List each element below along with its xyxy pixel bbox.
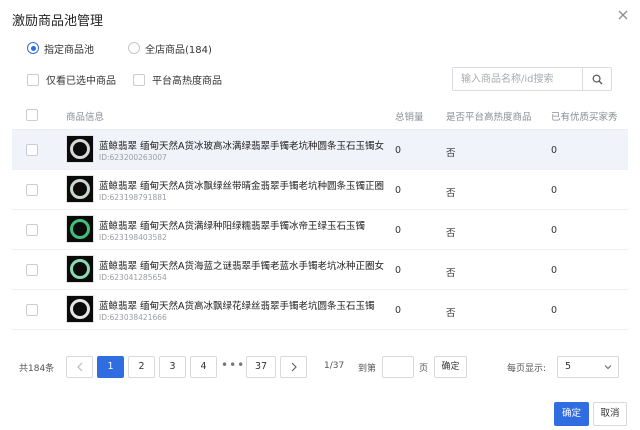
column-header-buyer-show: 已有优质买家秀 bbox=[551, 112, 618, 123]
page-size-select[interactable]: 5 bbox=[557, 356, 619, 378]
page-button-4[interactable]: 4 bbox=[190, 356, 217, 378]
chevron-left-icon bbox=[76, 362, 82, 372]
sales-value: 0 bbox=[395, 225, 402, 236]
product-id: ID:623198403582 bbox=[99, 233, 167, 242]
sales-value: 0 bbox=[395, 265, 402, 276]
search-button[interactable] bbox=[582, 68, 611, 90]
product-name: 蓝鲸翡翠 缅甸天然A货海蓝之谜翡翠手镯老蓝水手镯老坑冰种正圈女 bbox=[99, 261, 385, 272]
page-button-2[interactable]: 2 bbox=[128, 356, 155, 378]
prev-page-button[interactable] bbox=[66, 356, 93, 378]
product-name: 蓝鲸翡翠 缅甸天然A货冰飘绿丝带晴金翡翠手镯老坑种圆条玉镯正圈 bbox=[99, 181, 385, 192]
product-id: ID:623200263007 bbox=[99, 153, 167, 162]
buyer-show-value: 0 bbox=[551, 225, 558, 236]
buyer-show-value: 0 bbox=[551, 185, 558, 196]
product-table: 商品信息 总销量 是否平台高热度商品 已有优质买家秀 蓝鲸翡翠 缅甸天然A货冰玻… bbox=[12, 100, 628, 330]
product-name: 蓝鲸翡翠 缅甸天然A货高冰飘绿花绿丝翡翠手镯老坑圆条玉石玉镯 bbox=[99, 301, 375, 312]
radio-specified-pool[interactable]: 指定商品池 bbox=[27, 41, 94, 56]
page-size-value: 5 bbox=[565, 361, 572, 372]
table-row[interactable]: 蓝鲸翡翠 缅甸天然A货海蓝之谜翡翠手镯老蓝水手镯老坑冰种正圈女 ID:623041… bbox=[12, 250, 628, 290]
cancel-button[interactable]: 取消 bbox=[593, 402, 627, 426]
page-ellipsis[interactable]: ••• bbox=[221, 358, 245, 372]
table-row[interactable]: 蓝鲸翡翠 缅甸天然A货冰玻高冰满绿翡翠手镯老坑种圆条玉石玉镯女 ID:623200… bbox=[12, 130, 628, 170]
sales-value: 0 bbox=[395, 305, 402, 316]
table-body: 蓝鲸翡翠 缅甸天然A货冰玻高冰满绿翡翠手镯老坑种圆条玉石玉镯女 ID:623200… bbox=[12, 130, 628, 330]
hot-value: 否 bbox=[446, 228, 456, 239]
ok-button[interactable]: 确定 bbox=[554, 402, 589, 426]
filter-label: 平台高热度商品 bbox=[152, 76, 222, 87]
sales-value: 0 bbox=[395, 145, 402, 156]
table-header: 商品信息 总销量 是否平台高热度商品 已有优质买家秀 bbox=[12, 100, 628, 130]
column-header-hot: 是否平台高热度商品 bbox=[446, 112, 532, 123]
product-thumbnail bbox=[66, 215, 94, 243]
product-name: 蓝鲸翡翠 缅甸天然A货冰玻高冰满绿翡翠手镯老坑种圆条玉石玉镯女 bbox=[99, 141, 385, 152]
table-row[interactable]: 蓝鲸翡翠 缅甸天然A货冰飘绿丝带晴金翡翠手镯老坑种圆条玉镯正圈 ID:623198… bbox=[12, 170, 628, 210]
column-header-sales: 总销量 bbox=[395, 112, 424, 123]
hot-value: 否 bbox=[446, 268, 456, 279]
radio-dot-icon bbox=[27, 42, 39, 54]
buyer-show-value: 0 bbox=[551, 145, 558, 156]
buyer-show-value: 0 bbox=[551, 305, 558, 316]
dialog-title: 激励商品池管理 bbox=[12, 14, 104, 29]
hot-value: 否 bbox=[446, 188, 456, 199]
hot-value: 否 bbox=[446, 308, 456, 319]
column-header-product: 商品信息 bbox=[66, 112, 105, 123]
product-thumbnail bbox=[66, 135, 94, 163]
product-id: ID:623041285654 bbox=[99, 273, 167, 282]
filter-platform-hot[interactable]: 平台高热度商品 bbox=[133, 72, 222, 87]
table-row[interactable]: 蓝鲸翡翠 缅甸天然A货满绿种阳绿糯翡翠手镯冰帝王绿玉石玉镯 ID:62319840… bbox=[12, 210, 628, 250]
row-checkbox[interactable] bbox=[26, 304, 38, 316]
product-thumbnail bbox=[66, 175, 94, 203]
goto-confirm-button[interactable]: 确定 bbox=[434, 356, 467, 378]
page-button-3[interactable]: 3 bbox=[159, 356, 186, 378]
select-all-checkbox[interactable] bbox=[26, 109, 38, 121]
table-row[interactable]: 蓝鲸翡翠 缅甸天然A货高冰飘绿花绿丝翡翠手镯老坑圆条玉石玉镯 ID:6230384… bbox=[12, 290, 628, 330]
search-box bbox=[452, 67, 612, 91]
product-thumbnail bbox=[66, 255, 94, 283]
row-checkbox[interactable] bbox=[26, 264, 38, 276]
page-button-1[interactable]: 1 bbox=[97, 356, 124, 378]
pagination: 共184条 1 2 3 4 ••• 37 1/37 到第 页 确定 每页显示: … bbox=[0, 356, 640, 378]
page-size-label: 每页显示: bbox=[507, 364, 547, 374]
goto-page-input[interactable] bbox=[382, 356, 414, 378]
radio-label: 全店商品(184) bbox=[145, 44, 212, 56]
close-icon[interactable] bbox=[616, 9, 630, 23]
hot-value: 否 bbox=[446, 148, 456, 159]
page-button-last[interactable]: 37 bbox=[246, 356, 276, 378]
pool-management-dialog: 激励商品池管理 指定商品池 全店商品(184) 仅看已选中商品 平台高热度商品 bbox=[0, 0, 640, 430]
radio-label: 指定商品池 bbox=[44, 44, 94, 56]
sales-value: 0 bbox=[395, 185, 402, 196]
chevron-down-icon bbox=[604, 365, 612, 370]
row-checkbox[interactable] bbox=[26, 144, 38, 156]
radio-circle-icon bbox=[128, 42, 140, 54]
row-checkbox[interactable] bbox=[26, 224, 38, 236]
product-id: ID:623038421666 bbox=[99, 313, 167, 322]
scope-radio-group: 指定商品池 全店商品(184) bbox=[27, 41, 246, 56]
filter-label: 仅看已选中商品 bbox=[46, 76, 116, 87]
next-page-button[interactable] bbox=[280, 356, 307, 378]
total-count: 共184条 bbox=[19, 364, 55, 374]
goto-unit: 页 bbox=[419, 364, 429, 374]
product-name: 蓝鲸翡翠 缅甸天然A货满绿种阳绿糯翡翠手镯冰帝王绿玉石玉镯 bbox=[99, 221, 366, 232]
filter-row: 仅看已选中商品 平台高热度商品 bbox=[27, 72, 239, 87]
product-id: ID:623198791881 bbox=[99, 193, 167, 202]
search-input[interactable] bbox=[453, 68, 582, 90]
page-info: 1/37 bbox=[324, 361, 345, 371]
buyer-show-value: 0 bbox=[551, 265, 558, 276]
search-icon bbox=[592, 74, 602, 84]
chevron-right-icon bbox=[291, 362, 297, 372]
filter-only-selected[interactable]: 仅看已选中商品 bbox=[27, 72, 116, 87]
row-checkbox[interactable] bbox=[26, 184, 38, 196]
goto-label: 到第 bbox=[358, 364, 377, 374]
checkbox[interactable] bbox=[133, 73, 145, 86]
checkbox[interactable] bbox=[27, 73, 39, 86]
radio-all-store[interactable]: 全店商品(184) bbox=[128, 41, 212, 56]
product-thumbnail bbox=[66, 295, 94, 323]
